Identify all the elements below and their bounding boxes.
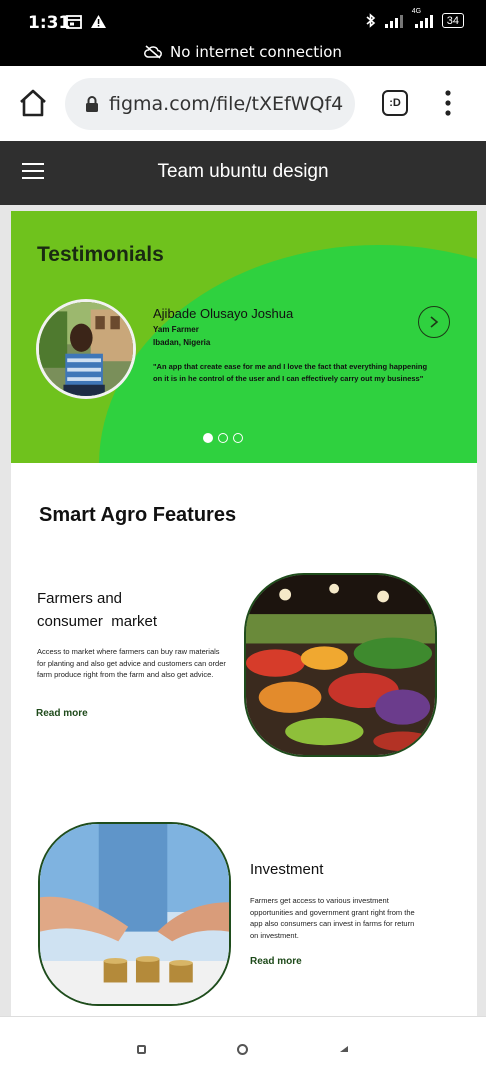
avatar <box>36 299 136 399</box>
carousel-dot-2[interactable] <box>218 433 228 443</box>
carousel-dot-3[interactable] <box>233 433 243 443</box>
testimonial-background-shape <box>99 245 477 463</box>
carousel-dot-1[interactable] <box>203 433 213 443</box>
recent-apps-icon[interactable] <box>137 1045 146 1054</box>
feature-title-investment: Investment <box>250 861 324 878</box>
status-time: 1:31 <box>28 13 71 33</box>
url-bar[interactable]: figma.com/file/tXEfWQf4 <box>65 78 355 130</box>
bluetooth-icon <box>366 13 375 28</box>
network-type: 4G <box>411 7 422 15</box>
design-frame: Testimonials Ajibade Olusayo Joshua Yam … <box>11 211 477 1016</box>
feature-description-market: Access to market where farmers can buy r… <box>37 647 226 679</box>
no-internet-banner: No internet connection <box>0 38 486 66</box>
home-icon[interactable] <box>18 88 48 118</box>
battery-level: 34 <box>446 14 459 27</box>
testimonials-heading: Testimonials <box>37 243 164 266</box>
lock-icon <box>86 95 98 112</box>
back-icon[interactable] <box>338 1042 350 1056</box>
feature-title-line2: consumer market <box>37 613 158 630</box>
testimonial-quote: "An app that create ease for me and I lo… <box>153 362 428 383</box>
tabs-label: :D <box>389 97 401 109</box>
feature-description-investment: Farmers get access to various investment… <box>250 896 415 940</box>
cloud-off-icon <box>144 45 162 59</box>
tab-switcher-button[interactable]: :D <box>382 90 408 116</box>
calendar-icon <box>66 14 82 29</box>
home-nav-icon[interactable] <box>237 1044 248 1055</box>
signal-4g-indicator: 4G <box>412 8 434 28</box>
app-header: Team ubuntu design <box>0 141 486 205</box>
banner-text: No internet connection <box>170 43 342 61</box>
testimonial-name: Ajibade Olusayo Joshua <box>153 306 294 321</box>
testimonial-section: Testimonials Ajibade Olusayo Joshua Yam … <box>11 211 477 463</box>
read-more-link-market[interactable]: Read more <box>36 708 88 719</box>
signal-icon <box>384 14 403 28</box>
feature-title-market: Farmers and consumer market <box>37 587 237 633</box>
testimonial-location: Ibadan, Nigeria <box>153 338 211 347</box>
chevron-right-icon <box>430 316 439 328</box>
features-heading: Smart Agro Features <box>39 504 237 526</box>
next-testimonial-button[interactable] <box>418 306 450 338</box>
battery-icon: 34 <box>441 13 464 28</box>
signal-icon-2 <box>414 14 433 28</box>
browser-toolbar: figma.com/file/tXEfWQf4 :D <box>0 66 486 141</box>
status-notification-icons <box>66 14 107 29</box>
system-navigation-bar <box>0 1016 486 1080</box>
investment-image <box>38 822 231 1006</box>
read-more-link-investment[interactable]: Read more <box>250 956 302 967</box>
warning-icon <box>91 15 106 28</box>
url-text: figma.com/file/tXEfWQf4 <box>109 93 344 115</box>
more-options-icon[interactable] <box>440 88 456 118</box>
carousel-dots <box>203 433 243 443</box>
status-system-icons: 4G 34 <box>366 8 464 28</box>
testimonial-role: Yam Farmer <box>153 325 199 334</box>
app-title: Team ubuntu design <box>157 161 329 182</box>
market-image <box>244 573 437 757</box>
feature-title-line1: Farmers and <box>37 590 123 607</box>
